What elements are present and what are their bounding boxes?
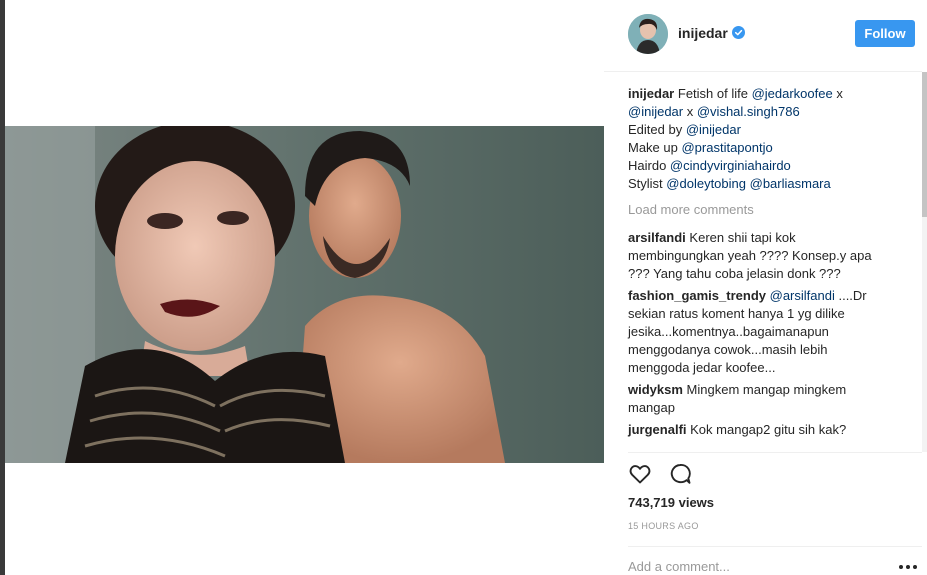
mention-link[interactable]: @cindyvirginiahairdo xyxy=(670,158,791,173)
comment-text: ??? Yang tahu coba jelasin donk ??? xyxy=(628,266,841,281)
comment-line: widyksm Mingkem mangap mingkem xyxy=(628,381,898,399)
mention-link[interactable]: @inijedar xyxy=(686,122,741,137)
video-frame-image xyxy=(5,126,604,463)
comment-author[interactable]: inijedar xyxy=(628,86,674,101)
avatar[interactable] xyxy=(628,14,668,54)
comment-text: x xyxy=(832,86,843,101)
comment-line: jesika...komentnya..bagaimanapun xyxy=(628,323,898,341)
comment-author[interactable]: arsilfandi xyxy=(628,230,686,245)
comment-line: Make up @prastitapontjo xyxy=(628,139,898,157)
comment-line: menggodanya cowok...masih lebih xyxy=(628,341,898,359)
comment-line: arsilfandi Keren shii tapi kok xyxy=(628,229,898,247)
comment-line: jurgenalfi Kok mangap2 gitu sih kak? xyxy=(628,421,898,439)
comments-list: inijedar Fetish of life @jedarkoofee x @i… xyxy=(628,85,898,443)
comment-text: Fetish of life xyxy=(677,86,752,101)
comment-line: sekian ratus koment hanya 1 yg dilike xyxy=(628,305,898,323)
comment-author[interactable]: widyksm xyxy=(628,382,683,397)
add-comment-input[interactable]: Add a comment... xyxy=(628,559,730,574)
comment-item: arsilfandi Keren shii tapi kok membingung… xyxy=(628,229,898,283)
comment-text: menggodanya cowok...masih lebih xyxy=(628,342,828,357)
post-sidebar: inijedar Follow inijedar Fetish of life … xyxy=(604,0,922,575)
comment-text: menggoda jedar koofee... xyxy=(628,360,776,375)
comment-text: Keren shii tapi kok xyxy=(689,230,796,245)
comment-text: membingungkan yeah ???? Konsep.y apa xyxy=(628,248,872,263)
comment-line: Stylist @doleytobing @barliasmara xyxy=(628,175,898,193)
comment-text: Edited by xyxy=(628,122,686,137)
comment-line: mangap xyxy=(628,399,898,417)
comment-author[interactable]: jurgenalfi xyxy=(628,422,687,437)
comment-line: Edited by @inijedar xyxy=(628,121,898,139)
post-caption: inijedar Fetish of life @jedarkoofee x @i… xyxy=(628,85,898,193)
view-count[interactable]: 743,719 views xyxy=(628,495,714,510)
post-timestamp: 15 hours ago xyxy=(628,521,699,531)
mention-link[interactable]: @prastitapontjo xyxy=(681,140,772,155)
verified-badge-icon xyxy=(732,26,745,39)
comment-item: widyksm Mingkem mangap mingkem mangap xyxy=(628,381,898,417)
mention-link[interactable]: @vishal.singh786 xyxy=(697,104,800,119)
post-video[interactable] xyxy=(5,126,604,463)
comment-text: jesika...komentnya..bagaimanapun xyxy=(628,324,829,339)
follow-button[interactable]: Follow xyxy=(855,20,915,47)
more-dots-icon[interactable] xyxy=(898,563,918,571)
comment-text: sekian ratus koment hanya 1 yg dilike xyxy=(628,306,845,321)
mention-link[interactable]: @barliasmara xyxy=(750,176,831,191)
comment-text: Hairdo xyxy=(628,158,670,173)
load-more-comments-link[interactable]: Load more comments xyxy=(628,201,898,219)
post-actions xyxy=(628,462,708,486)
comment-item: jurgenalfi Kok mangap2 gitu sih kak? xyxy=(628,421,898,439)
heart-outline-icon[interactable] xyxy=(628,462,652,486)
comment-item: fashion_gamis_trendy @arsilfandi ....Dr s… xyxy=(628,287,898,377)
mention-link[interactable]: @arsilfandi xyxy=(770,288,835,303)
post-header: inijedar Follow xyxy=(604,0,922,72)
comment-text: Kok mangap2 gitu sih kak? xyxy=(690,422,847,437)
mention-link[interactable]: @doleytobing xyxy=(666,176,746,191)
mention-link[interactable]: @jedarkoofee xyxy=(752,86,833,101)
avatar-image xyxy=(628,14,668,54)
comment-line: membingungkan yeah ???? Konsep.y apa xyxy=(628,247,898,265)
comment-text: Stylist xyxy=(628,176,667,191)
comment-text: mangap xyxy=(628,400,675,415)
comment-line: Hairdo @cindyvirginiahairdo xyxy=(628,157,898,175)
comment-text: ....Dr xyxy=(834,288,867,303)
divider xyxy=(628,452,922,453)
comment-line: inijedar Fetish of life @jedarkoofee x xyxy=(628,85,898,103)
divider xyxy=(628,546,922,547)
comment-text: x xyxy=(683,104,697,119)
comment-line: fashion_gamis_trendy @arsilfandi ....Dr xyxy=(628,287,898,305)
comment-line: @inijedar x @vishal.singh786 xyxy=(628,103,898,121)
scrollbar-thumb[interactable] xyxy=(922,72,927,217)
comment-line: menggoda jedar koofee... xyxy=(628,359,898,377)
mention-link[interactable]: @inijedar xyxy=(628,104,683,119)
comment-line: ??? Yang tahu coba jelasin donk ??? xyxy=(628,265,898,283)
comment-text: Mingkem mangap mingkem xyxy=(686,382,847,397)
comments-scrollbar[interactable] xyxy=(922,72,927,452)
comment-author[interactable]: fashion_gamis_trendy xyxy=(628,288,766,303)
comment-text: Make up xyxy=(628,140,682,155)
post-author-username[interactable]: inijedar xyxy=(678,25,728,41)
speech-bubble-icon[interactable] xyxy=(668,462,692,486)
